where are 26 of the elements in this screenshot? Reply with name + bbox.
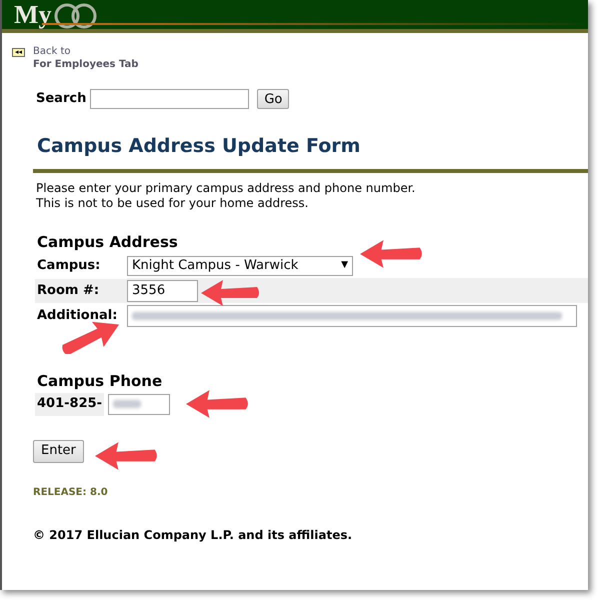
extension-input[interactable] [108, 394, 170, 414]
address-heading: Campus Address [36, 232, 179, 252]
go-button[interactable]: Go [257, 89, 290, 109]
field-label: Additional: [36, 306, 118, 325]
back-link-target[interactable]: For Employees Tab [33, 58, 138, 71]
search-field[interactable] [90, 89, 250, 109]
campus-select[interactable]: Knight Campus - Warwick ▼ [127, 256, 353, 276]
back-link[interactable]: Back to [33, 45, 138, 58]
field-label: Campus: [36, 256, 102, 275]
instruction-text: Please enter your primary campus address and phone number. [36, 180, 416, 196]
release-text: RELEASE: 8.0 [32, 486, 109, 500]
enter-button[interactable]: Enter [33, 440, 84, 462]
dropdown-caret-icon: ▼ [341, 258, 348, 272]
search-label: Search [36, 90, 86, 108]
instruction-text: This is not to be used for your home address. [36, 196, 310, 210]
logo[interactable]: My [14, 2, 52, 28]
copyright-text: © 2017 Ellucian Company L.P. and its affiliates. [32, 526, 354, 544]
form-title: Campus Address Update Form [36, 134, 362, 159]
phone-prefix: 401-825- [35, 392, 104, 416]
additional-input[interactable] [127, 304, 577, 326]
phone-heading: Campus Phone [36, 371, 164, 392]
arrow-annotation [200, 278, 262, 308]
field-label: Room #: [35, 278, 127, 302]
arrow-annotation [360, 238, 424, 270]
room-input[interactable]: 3556 [127, 280, 198, 302]
blurred-text [113, 398, 142, 410]
